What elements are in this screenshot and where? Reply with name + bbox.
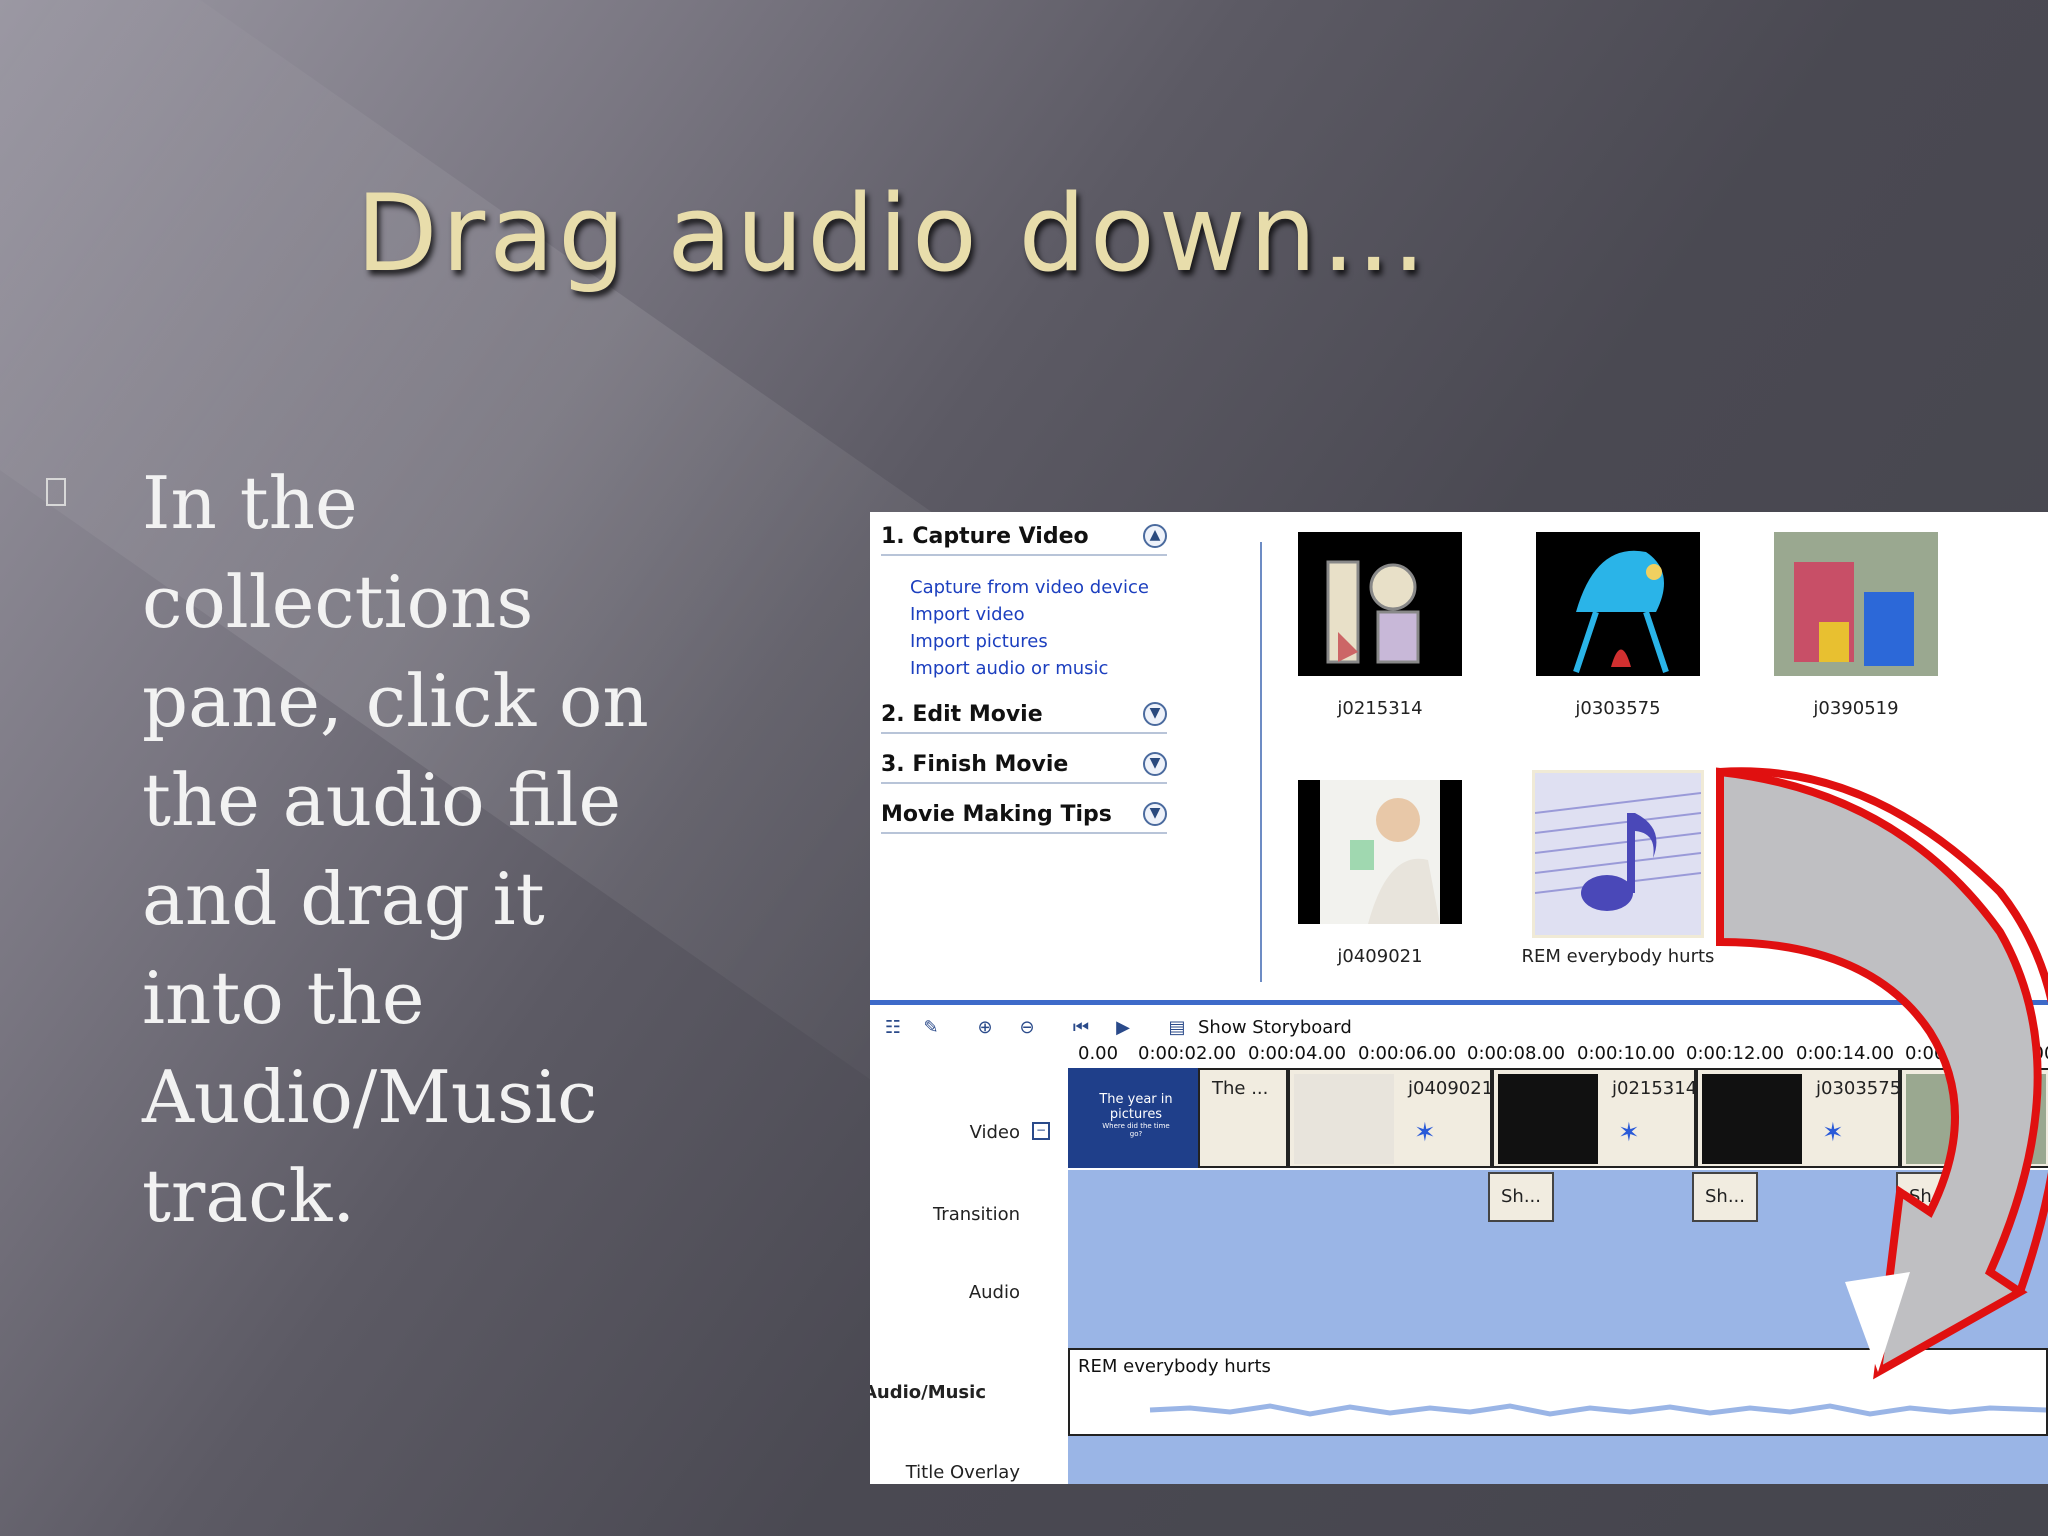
chevron-down-icon[interactable]: ▼ [1143, 752, 1167, 776]
play-icon[interactable]: ▶ [1112, 1017, 1134, 1039]
chevron-down-icon[interactable]: ▼ [1143, 702, 1167, 726]
transition-item[interactable]: Sh... [1896, 1172, 1962, 1222]
show-storyboard-button[interactable]: Show Storyboard [1198, 1017, 1352, 1038]
star-icon: ✶ [1618, 1118, 1640, 1148]
video-clip[interactable] [1900, 1068, 2048, 1168]
ruler-tick: 0:00:06.00 [1358, 1043, 1457, 1064]
ruler-tick: 0:00:08.00 [1467, 1043, 1566, 1064]
task-edit-label: 2. Edit Movie [881, 702, 1043, 727]
clip-thumbnail[interactable] [1298, 532, 1462, 676]
ruler-tick: 0:00:02.00 [1138, 1043, 1237, 1064]
ruler-tick: 0:00:12.00 [1686, 1043, 1785, 1064]
clip-label: The ... [1212, 1078, 1269, 1099]
clip-thumbnail [1498, 1074, 1598, 1164]
title-clip-line2: pictures [1109, 1107, 1163, 1122]
video-clip[interactable]: j0303575 ✶ [1696, 1068, 1902, 1168]
person-photo-icon [1298, 780, 1462, 924]
ruler-tick: 0:00:10.00 [1577, 1043, 1676, 1064]
link-capture-device[interactable]: Capture from video device [910, 577, 1149, 598]
track-label-transition: Transition [932, 1204, 1020, 1225]
tasks-pane: 1. Capture Video ▲ Capture from video de… [870, 512, 1270, 992]
ruler-tick: 0.00 [1078, 1043, 1119, 1064]
waveform [1149, 1403, 2046, 1417]
transition-item[interactable]: Sh... [1488, 1172, 1554, 1222]
task-capture-label: 1. Capture Video [881, 524, 1089, 549]
task-finish-movie[interactable]: 3. Finish Movie ▼ [881, 748, 1167, 784]
clip-thumbnail[interactable] [1536, 532, 1700, 676]
lab-equipment-icon [1298, 532, 1462, 676]
clip-name: j0215314 [1337, 698, 1423, 719]
track-label-video: Video [969, 1122, 1020, 1143]
transition-item[interactable]: Sh... [1692, 1172, 1758, 1222]
zoom-out-icon[interactable]: ⊖ [1016, 1017, 1038, 1039]
link-import-audio[interactable]: Import audio or music [910, 658, 1108, 679]
audio-music-clip[interactable]: REM everybody hurts [1068, 1348, 2048, 1436]
chevron-up-icon[interactable]: ▲ [1143, 524, 1167, 548]
task-capture-video[interactable]: 1. Capture Video ▲ [881, 520, 1167, 556]
flask-burner-icon [1536, 532, 1700, 676]
task-movie-tips[interactable]: Movie Making Tips ▼ [881, 798, 1167, 834]
clip-name: j0409021 [1337, 946, 1423, 967]
movie-maker-screenshot: 1. Capture Video ▲ Capture from video de… [870, 512, 2048, 1484]
video-clip[interactable]: j0215314 ✶ [1492, 1068, 1698, 1168]
task-tips-label: Movie Making Tips [881, 802, 1112, 827]
title-clip-line1: The year in [1099, 1092, 1173, 1107]
chevron-down-icon[interactable]: ▼ [1143, 802, 1167, 826]
ruler-tick: 0:00:1 [1905, 1043, 1963, 1064]
zoom-in-icon[interactable]: ⊕ [974, 1017, 996, 1039]
clip-thumbnail[interactable] [1298, 780, 1462, 924]
slide-title: Drag audio down… [356, 172, 1431, 295]
clip-thumbnail [1906, 1074, 2046, 1164]
narrate-icon[interactable]: ✎ [920, 1017, 942, 1039]
clip-thumbnail[interactable] [1774, 532, 1938, 676]
clip-name: j0390519 [1813, 698, 1899, 719]
ruler-tick: 0:00 [2015, 1043, 2048, 1064]
ruler-tick: 0:00:04.00 [1248, 1043, 1347, 1064]
pane-divider [1260, 542, 1262, 982]
clip-name: j0303575 [1575, 698, 1661, 719]
beakers-icon [1774, 532, 1938, 676]
ruler-tick: 0:00:14.00 [1796, 1043, 1895, 1064]
link-import-video[interactable]: Import video [910, 604, 1025, 625]
clip-name: REM everybody hurts [1521, 946, 1715, 967]
bullet-icon [46, 478, 66, 506]
clip-label: j0215314 [1612, 1078, 1698, 1099]
clip-thumbnail [1702, 1074, 1802, 1164]
task-finish-label: 3. Finish Movie [881, 752, 1069, 777]
rewind-icon[interactable]: ⏮ [1070, 1017, 1092, 1039]
collapse-icon[interactable]: − [1032, 1122, 1050, 1140]
track-label-audio: Audio [968, 1282, 1020, 1303]
set-audio-levels-icon[interactable]: ☷ [882, 1017, 904, 1039]
title-clip[interactable]: The year in pictures Where did the time … [1068, 1068, 1198, 1168]
clip-label: j0409021 [1408, 1078, 1494, 1099]
track-labels: Video − Transition Audio Audio/Music Tit… [870, 1068, 1066, 1484]
star-icon: ✶ [1414, 1118, 1436, 1148]
music-note-icon [1534, 773, 1702, 935]
storyboard-icon[interactable]: ▤ [1164, 1017, 1190, 1039]
track-label-audio-music: Audio/Music [870, 1382, 986, 1403]
task-edit-movie[interactable]: 2. Edit Movie ▼ [881, 698, 1167, 734]
video-clip[interactable]: j0409021 ✶ [1288, 1068, 1494, 1168]
link-import-pictures[interactable]: Import pictures [910, 631, 1048, 652]
clip-thumbnail [1294, 1074, 1394, 1164]
star-icon: ✶ [1822, 1118, 1844, 1148]
track-label-title-overlay: Title Overlay [905, 1462, 1020, 1483]
video-clip[interactable]: The ... [1198, 1068, 1288, 1168]
title-clip-line3: Where did the time go? [1102, 1122, 1170, 1138]
bullet-text: In the collections pane, click on the au… [142, 461, 649, 1238]
audio-file-thumbnail[interactable] [1532, 770, 1704, 938]
audio-clip-label: REM everybody hurts [1078, 1356, 1271, 1377]
timeline-tracks: The year in pictures Where did the time … [1068, 1068, 2048, 1484]
clip-label: j0303575 [1816, 1078, 1902, 1099]
